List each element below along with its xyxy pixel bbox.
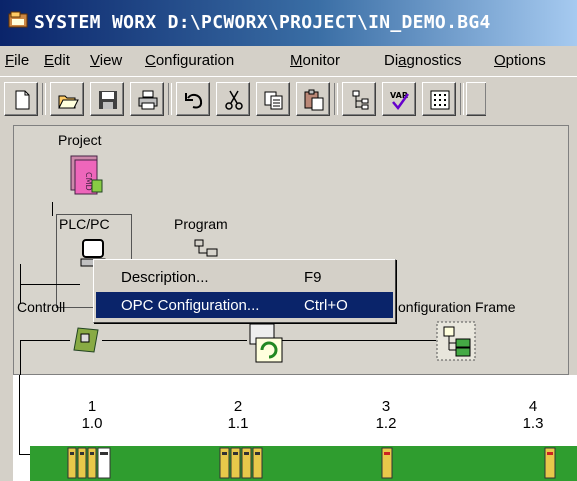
save-button[interactable] bbox=[90, 82, 124, 116]
overflow-button[interactable] bbox=[466, 82, 486, 116]
menu-file[interactable]: File bbox=[5, 52, 29, 69]
station-address: 1.1 bbox=[227, 415, 249, 432]
menu-item-opc-configuration[interactable]: OPC Configuration... Ctrl+O bbox=[96, 292, 393, 318]
menu-monitor[interactable]: Monitor bbox=[290, 52, 340, 69]
menu-view[interactable]: View bbox=[90, 52, 122, 69]
open-icon bbox=[58, 95, 79, 109]
title-bar[interactable]: SYSTEM WORX D:\PCWORX\PROJECT\IN_DEMO.BG… bbox=[0, 0, 577, 46]
left-gutter bbox=[0, 122, 13, 481]
paste-icon bbox=[304, 89, 324, 111]
project-tree-view[interactable]: Project CMD PLC/PC Program Controll onfi… bbox=[13, 125, 569, 376]
undo-icon bbox=[185, 93, 203, 109]
io-module-2[interactable] bbox=[218, 446, 270, 481]
menu-options[interactable]: Options bbox=[494, 52, 546, 69]
menu-edit[interactable]: Edit bbox=[44, 52, 70, 69]
paste-button[interactable] bbox=[296, 82, 330, 116]
tree-icon bbox=[352, 90, 369, 110]
print-icon bbox=[138, 90, 158, 110]
var-check-icon: VAR bbox=[390, 91, 410, 111]
menu-configuration[interactable]: Configuration bbox=[145, 52, 234, 69]
menu-bar: File Edit View Configuration Monitor Dia… bbox=[0, 46, 577, 76]
configuration-frame-label: onfiguration Frame bbox=[398, 299, 516, 315]
io-module-4[interactable] bbox=[543, 446, 559, 481]
project-book-icon[interactable]: CMD bbox=[68, 154, 106, 198]
new-button[interactable] bbox=[4, 82, 38, 116]
configuration-frame-icon[interactable] bbox=[436, 321, 476, 361]
cut-icon bbox=[225, 90, 243, 110]
undo-button[interactable] bbox=[176, 82, 210, 116]
bus-line-vertical bbox=[19, 375, 20, 455]
plcpc-label: PLC/PC bbox=[59, 216, 110, 232]
station-number: 1 bbox=[87, 398, 97, 415]
tree-button[interactable] bbox=[342, 82, 376, 116]
context-menu: Description... F9 OPC Configuration... C… bbox=[93, 259, 396, 323]
program-label: Program bbox=[174, 216, 228, 232]
new-icon bbox=[15, 90, 30, 110]
station-address: 1.0 bbox=[81, 415, 103, 432]
controller-card-icon[interactable] bbox=[70, 324, 102, 354]
io-grid-icon bbox=[430, 90, 450, 110]
controller-label: Controll bbox=[17, 299, 66, 315]
program-icon[interactable] bbox=[193, 239, 223, 259]
print-button[interactable] bbox=[130, 82, 164, 116]
plc-refresh-icon[interactable] bbox=[248, 322, 284, 364]
var-check-button[interactable]: VAR bbox=[382, 82, 416, 116]
cut-button[interactable] bbox=[216, 82, 250, 116]
save-icon bbox=[99, 91, 117, 109]
menu-diagnostics[interactable]: Diagnostics bbox=[384, 52, 462, 69]
station-address: 1.3 bbox=[522, 415, 544, 432]
copy-icon bbox=[264, 91, 283, 110]
project-label: Project bbox=[58, 132, 102, 148]
open-button[interactable] bbox=[50, 82, 84, 116]
menu-item-description[interactable]: Description... F9 bbox=[96, 264, 393, 290]
station-number: 4 bbox=[528, 398, 538, 415]
window-title: SYSTEM WORX D:\PCWORX\PROJECT\IN_DEMO.BG… bbox=[34, 12, 491, 33]
station-number: 3 bbox=[381, 398, 391, 415]
io-module-3[interactable] bbox=[380, 446, 396, 481]
app-icon bbox=[8, 11, 28, 28]
station-number: 2 bbox=[233, 398, 243, 415]
io-module-1[interactable] bbox=[66, 446, 114, 481]
copy-button[interactable] bbox=[256, 82, 290, 116]
io-grid-button[interactable] bbox=[422, 82, 456, 116]
toolbar: VAR bbox=[0, 76, 577, 123]
station-address: 1.2 bbox=[375, 415, 397, 432]
